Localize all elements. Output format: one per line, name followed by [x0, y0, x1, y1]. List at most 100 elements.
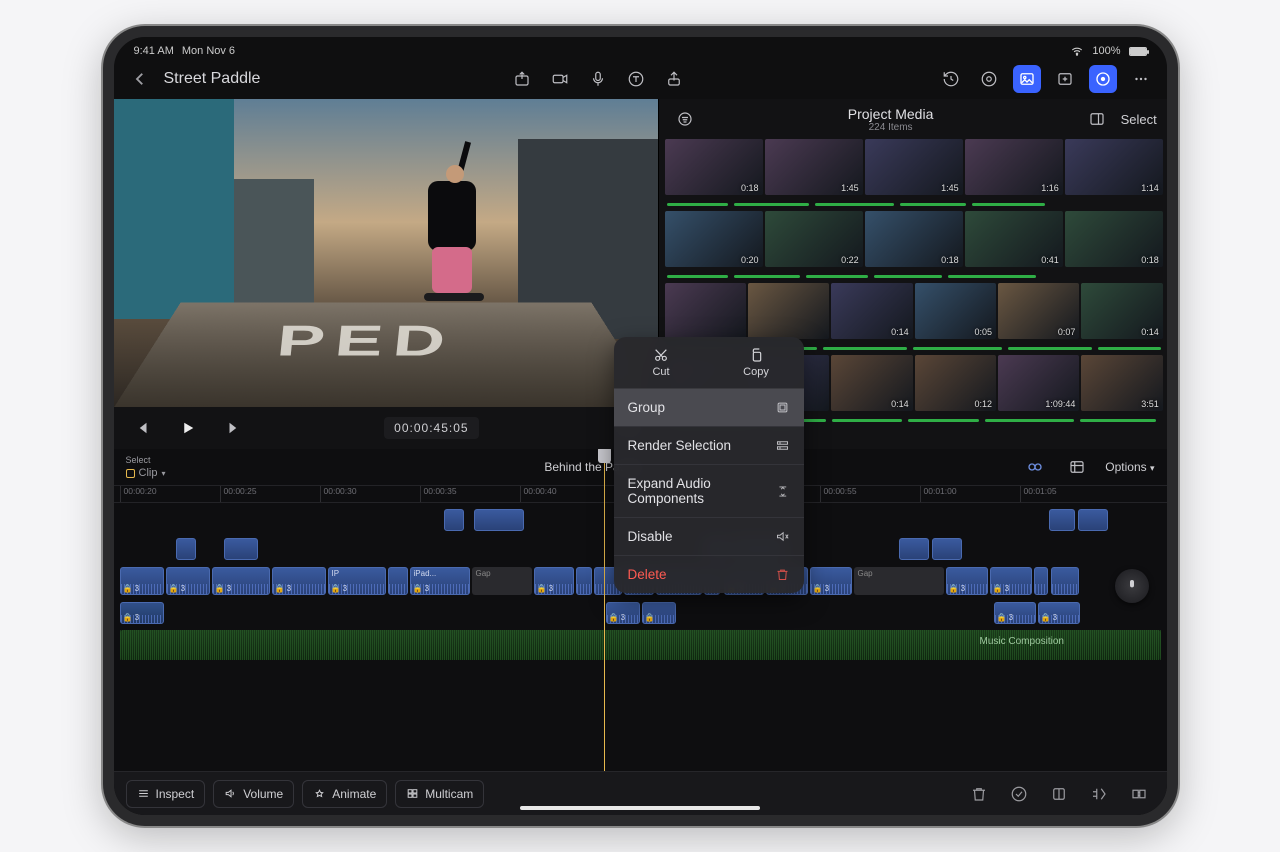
thumb-duration: 0:05 — [974, 327, 992, 337]
playhead[interactable] — [604, 449, 605, 771]
export-icon[interactable] — [508, 65, 536, 93]
media-thumb[interactable]: 3:51 — [1081, 355, 1162, 411]
inspector-icon[interactable] — [1089, 65, 1117, 93]
status-bar: 9:41 AM Mon Nov 6 100% — [114, 37, 1167, 59]
thumb-duration: 0:14 — [1141, 327, 1159, 337]
ruler-tick: 00:01:00 — [920, 486, 957, 502]
thumb-row: 0:18 1:45 1:45 1:161:14 — [665, 139, 1163, 195]
position-tool-icon[interactable] — [1043, 778, 1075, 810]
blade-tool-icon[interactable] — [1123, 778, 1155, 810]
titles-icon[interactable] — [622, 65, 650, 93]
ruler-tick: 00:00:25 — [220, 486, 257, 502]
media-thumb[interactable]: 1:45 — [865, 139, 963, 195]
media-thumb[interactable]: 0:05 — [915, 283, 996, 339]
options-button[interactable]: Options ▾ — [1105, 460, 1154, 474]
share-icon[interactable] — [660, 65, 688, 93]
cut-action[interactable]: Cut — [614, 337, 709, 388]
thumb-duration: 3:51 — [1141, 399, 1159, 409]
media-thumb[interactable]: 0:14 — [1081, 283, 1162, 339]
home-indicator[interactable] — [520, 806, 760, 810]
animate-button[interactable]: Animate — [302, 780, 387, 808]
back-button[interactable] — [126, 65, 154, 93]
media-thumb[interactable]: 0:22 — [765, 211, 863, 267]
thumb-row: 0:14 0:05 0:07 0:14 — [665, 283, 1163, 339]
volume-button[interactable]: Volume — [213, 780, 294, 808]
viewer-overlay-text: PED — [274, 317, 457, 366]
check-icon[interactable] — [1003, 778, 1035, 810]
media-thumb[interactable]: 0:20 — [665, 211, 763, 267]
ruler-tick: 00:00:55 — [820, 486, 857, 502]
import-icon[interactable] — [1051, 65, 1079, 93]
media-thumb[interactable]: 1:45 — [765, 139, 863, 195]
browser-title: Project Media — [709, 106, 1073, 122]
play-button[interactable] — [174, 414, 202, 442]
ruler-tick: 00:00:35 — [420, 486, 457, 502]
ctx-delete[interactable]: Delete — [614, 556, 804, 593]
ruler-tick: 00:00:30 — [320, 486, 357, 502]
battery-percent: 100% — [1092, 45, 1120, 57]
timeline-title: Behind the Paddle — [177, 460, 1009, 474]
browser-count: 224 Items — [709, 122, 1073, 133]
more-icon[interactable] — [1127, 65, 1155, 93]
status-date: Mon Nov 6 — [182, 45, 235, 57]
media-thumb[interactable]: 0:14 — [831, 355, 912, 411]
thumb-duration: 0:07 — [1058, 327, 1076, 337]
thumb-duration: 0:18 — [1141, 255, 1159, 265]
multicam-button[interactable]: Multicam — [395, 780, 484, 808]
filter-icon[interactable] — [671, 105, 699, 133]
clip-mode[interactable]: Clip ▾ — [126, 467, 166, 479]
media-thumb[interactable]: 0:41 — [965, 211, 1063, 267]
media-thumb[interactable] — [748, 283, 829, 339]
thumb-row: 0:200:220:180:410:18 — [665, 211, 1163, 267]
media-thumb[interactable]: 1:14 — [1065, 139, 1163, 195]
media-thumb[interactable]: 1:09:44 — [998, 355, 1079, 411]
media-thumb[interactable]: 1:16 — [965, 139, 1063, 195]
timeline-select-label: Select — [126, 455, 166, 465]
media-thumb[interactable]: 0:18 — [665, 139, 763, 195]
thumb-duration: 0:20 — [741, 255, 759, 265]
status-time: 9:41 AM — [134, 45, 174, 57]
thumb-duration: 1:45 — [941, 183, 959, 193]
timeline-index-icon[interactable] — [1063, 453, 1091, 481]
ctx-group[interactable]: Group — [614, 389, 804, 427]
battery-icon — [1129, 47, 1147, 56]
thumb-duration: 0:12 — [974, 399, 992, 409]
app-toolbar: Street Paddle — [114, 59, 1167, 99]
media-thumb[interactable]: 0:12 — [915, 355, 996, 411]
camera-icon[interactable] — [546, 65, 574, 93]
ctx-render[interactable]: Render Selection — [614, 427, 804, 465]
ruler-tick: 00:00:40 — [520, 486, 557, 502]
music-track[interactable]: Music Composition — [120, 630, 1161, 660]
media-thumb[interactable]: 0:18 — [1065, 211, 1163, 267]
jog-wheel[interactable] — [1115, 569, 1149, 603]
effects-icon[interactable] — [975, 65, 1003, 93]
ctx-expand[interactable]: Expand Audio Components — [614, 465, 804, 518]
copy-action[interactable]: Copy — [709, 337, 804, 388]
media-thumb[interactable]: 0:07 — [998, 283, 1079, 339]
layout-icon[interactable] — [1083, 105, 1111, 133]
inspect-button[interactable]: Inspect — [126, 780, 206, 808]
trim-tool-icon[interactable] — [1083, 778, 1115, 810]
project-title: Street Paddle — [164, 70, 261, 88]
media-thumb[interactable]: 0:18 — [865, 211, 963, 267]
thumb-duration: 1:45 — [841, 183, 859, 193]
thumb-duration: 0:14 — [891, 399, 909, 409]
ctx-disable[interactable]: Disable — [614, 518, 804, 556]
prev-frame-icon[interactable] — [128, 414, 156, 442]
history-icon[interactable] — [937, 65, 965, 93]
music-label: Music Composition — [980, 636, 1064, 647]
snap-icon[interactable] — [1021, 453, 1049, 481]
next-frame-icon[interactable] — [220, 414, 248, 442]
media-thumb[interactable]: 0:14 — [831, 283, 912, 339]
viewer-panel: PED 00:00:45:05 38 — [114, 99, 659, 449]
trash-icon[interactable] — [963, 778, 995, 810]
ruler-tick: 00:00:20 — [120, 486, 157, 502]
thumb-duration: 1:09:44 — [1045, 399, 1075, 409]
voiceover-icon[interactable] — [584, 65, 612, 93]
media-thumb[interactable] — [665, 283, 746, 339]
select-button[interactable]: Select — [1121, 112, 1157, 127]
media-browser-icon[interactable] — [1013, 65, 1041, 93]
thumb-duration: 0:18 — [741, 183, 759, 193]
viewer-canvas[interactable]: PED — [114, 99, 658, 407]
timecode-display[interactable]: 00:00:45:05 — [384, 417, 478, 439]
